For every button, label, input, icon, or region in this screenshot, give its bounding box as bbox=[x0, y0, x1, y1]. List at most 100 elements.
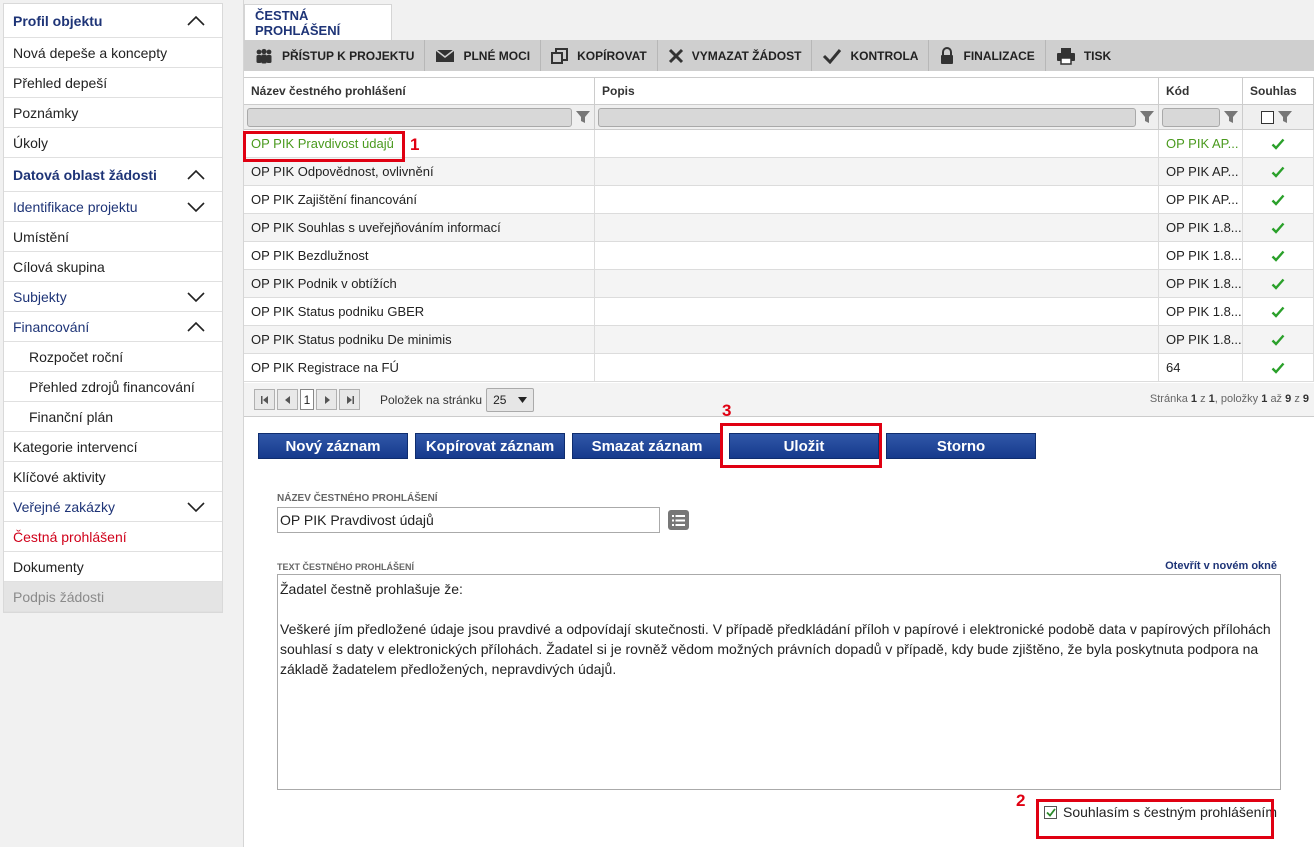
grid-body: OP PIK Pravdivost údajů OP PIK AP... OP PI… bbox=[244, 130, 1314, 382]
toolbar-plne-moci-button[interactable]: PLNÉ MOCI bbox=[425, 40, 542, 71]
sidebar-item-klicove-aktivity[interactable]: Klíčové aktivity bbox=[4, 462, 222, 492]
sidebar-item-verejne-zakazky[interactable]: Veřejné zakázky bbox=[4, 492, 222, 522]
code-cell: OP PIK 1.8... bbox=[1159, 298, 1243, 325]
envelope-icon bbox=[435, 48, 455, 63]
column-header-description[interactable]: Popis bbox=[595, 78, 1159, 104]
description-cell bbox=[595, 214, 1159, 241]
last-page-button[interactable] bbox=[339, 389, 360, 410]
sidebar-item-label: Podpis žádosti bbox=[13, 588, 105, 605]
cancel-button[interactable]: Storno bbox=[886, 433, 1036, 459]
code-cell: OP PIK 1.8... bbox=[1159, 326, 1243, 353]
consent-cell bbox=[1243, 242, 1314, 269]
chevron-up-icon[interactable] bbox=[186, 321, 206, 333]
table-row[interactable]: OP PIK Zajištění financování OP PIK AP... bbox=[244, 186, 1314, 214]
toolbar-label: FINALIZACE bbox=[963, 48, 1035, 63]
filter-consent-checkbox[interactable] bbox=[1261, 110, 1274, 124]
description-cell bbox=[595, 158, 1159, 185]
description-cell bbox=[595, 354, 1159, 381]
tab-cestna-prohlaseni[interactable]: ČESTNÁ PROHLÁŠENÍ bbox=[244, 4, 392, 41]
chevron-up-icon[interactable] bbox=[186, 15, 206, 27]
sidebar-item-financovani[interactable]: Financování bbox=[4, 312, 222, 342]
grid-header: Název čestného prohlášení Popis Kód Souh… bbox=[244, 77, 1314, 105]
copy-record-button[interactable]: Kopírovat záznam bbox=[415, 433, 565, 459]
sidebar-item-prehled-zdroju[interactable]: Přehled zdrojů financování bbox=[4, 372, 222, 402]
name-cell: OP PIK Status podniku GBER bbox=[244, 298, 595, 325]
column-header-name[interactable]: Název čestného prohlášení bbox=[244, 78, 595, 104]
toolbar-kontrola-button[interactable]: KONTROLA bbox=[812, 40, 930, 71]
sidebar-item-kategorie-intervenci[interactable]: Kategorie intervencí bbox=[4, 432, 222, 462]
declaration-text-area[interactable]: Žadatel čestně prohlašuje že: Veškeré jí… bbox=[277, 574, 1281, 790]
sidebar-item-umisteni[interactable]: Umístění bbox=[4, 222, 222, 252]
sidebar-item-poznamky[interactable]: Poznámky bbox=[4, 98, 222, 128]
consent-cell bbox=[1243, 158, 1314, 185]
filter-icon[interactable] bbox=[1223, 109, 1239, 125]
column-header-code[interactable]: Kód bbox=[1159, 78, 1243, 104]
sidebar-item-label: Datová oblast žádosti bbox=[13, 166, 157, 183]
code-cell: OP PIK 1.8... bbox=[1159, 214, 1243, 241]
sidebar-item-label: Umístění bbox=[13, 228, 70, 245]
sidebar-item-label: Kategorie intervencí bbox=[13, 438, 138, 455]
column-header-consent[interactable]: Souhlas bbox=[1243, 78, 1314, 104]
sidebar-item-identifikace-projektu[interactable]: Identifikace projektu bbox=[4, 192, 222, 222]
copy-icon bbox=[551, 47, 569, 64]
declarations-grid: Název čestného prohlášení Popis Kód Souh… bbox=[244, 77, 1314, 382]
sidebar-item-nova-depese[interactable]: Nová depeše a koncepty bbox=[4, 38, 222, 68]
table-row[interactable]: OP PIK Odpovědnost, ovlivnění OP PIK AP..… bbox=[244, 158, 1314, 186]
consent-cell bbox=[1243, 270, 1314, 297]
declaration-name-field[interactable]: OP PIK Pravdivost údajů bbox=[277, 507, 660, 533]
chevron-down-icon[interactable] bbox=[186, 201, 206, 213]
new-record-button[interactable]: Nový záznam bbox=[258, 433, 408, 459]
filter-icon[interactable] bbox=[1277, 109, 1293, 125]
toolbar-pristup-button[interactable]: PŘÍSTUP K PROJEKTU bbox=[244, 40, 426, 71]
pager: 1 Položek na stránku 25 Stránka 1 z 1, p… bbox=[244, 383, 1314, 417]
sidebar-item-prehled-depesi[interactable]: Přehled depeší bbox=[4, 68, 222, 98]
per-page-select[interactable]: 25 bbox=[486, 387, 535, 412]
sidebar-item-subjekty[interactable]: Subjekty bbox=[4, 282, 222, 312]
chevron-down-icon[interactable] bbox=[186, 501, 206, 513]
table-row[interactable]: OP PIK Status podniku De minimis OP PIK 1… bbox=[244, 326, 1314, 354]
first-page-button[interactable] bbox=[254, 389, 275, 410]
toolbar-vymazat-button[interactable]: VYMAZAT ŽÁDOST bbox=[658, 40, 813, 71]
filter-name-input[interactable] bbox=[247, 107, 572, 127]
toolbar-kopirovat-button[interactable]: KOPÍROVAT bbox=[541, 40, 658, 71]
filter-code-input[interactable] bbox=[1162, 107, 1220, 127]
sidebar-item-cilova-skupina[interactable]: Cílová skupina bbox=[4, 252, 222, 282]
next-page-button[interactable] bbox=[316, 389, 337, 410]
declaration-text-paragraph: Žadatel čestně prohlašuje že: bbox=[280, 581, 463, 597]
chevron-down-icon[interactable] bbox=[186, 291, 206, 303]
table-row[interactable]: OP PIK Podnik v obtížích OP PIK 1.8... bbox=[244, 270, 1314, 298]
checkmark-icon bbox=[1271, 166, 1285, 178]
prev-page-button[interactable] bbox=[277, 389, 298, 410]
checkmark-icon bbox=[1271, 362, 1285, 374]
table-row[interactable]: OP PIK Status podniku GBER OP PIK 1.8... bbox=[244, 298, 1314, 326]
sidebar-item-profil-objektu[interactable]: Profil objektu bbox=[4, 4, 222, 38]
filter-description-input[interactable] bbox=[598, 107, 1136, 127]
code-cell: OP PIK AP... bbox=[1159, 158, 1243, 185]
sidebar-item-financni-plan[interactable]: Finanční plán bbox=[4, 402, 222, 432]
filter-icon[interactable] bbox=[1139, 109, 1155, 125]
declaration-text-paragraph: Veškeré jím předložené údaje jsou pravdi… bbox=[280, 621, 1271, 677]
sidebar-item-label: Přehled depeší bbox=[13, 74, 108, 91]
table-row[interactable]: OP PIK Registrace na FÚ 64 bbox=[244, 354, 1314, 382]
sidebar-item-cestna-prohlaseni[interactable]: Čestná prohlášení bbox=[4, 522, 222, 552]
sidebar-item-datova-oblast[interactable]: Datová oblast žádosti bbox=[4, 158, 222, 192]
sidebar-item-rozpocet-rocni[interactable]: Rozpočet roční bbox=[4, 342, 222, 372]
toolbar-finalizace-button[interactable]: FINALIZACE bbox=[929, 40, 1046, 71]
people-icon bbox=[254, 48, 274, 64]
filter-icon[interactable] bbox=[575, 109, 591, 125]
name-cell: OP PIK Podnik v obtížích bbox=[244, 270, 595, 297]
open-new-window-link[interactable]: Otevřít v novém okně bbox=[1165, 560, 1277, 572]
current-page-input[interactable]: 1 bbox=[300, 389, 314, 410]
table-row[interactable]: OP PIK Bezdlužnost OP PIK 1.8... bbox=[244, 242, 1314, 270]
sidebar-item-ukoly[interactable]: Úkoly bbox=[4, 128, 222, 158]
toolbar-tisk-button[interactable]: TISK bbox=[1046, 40, 1121, 71]
sidebar-item-dokumenty[interactable]: Dokumenty bbox=[4, 552, 222, 582]
chevron-up-icon[interactable] bbox=[186, 169, 206, 181]
toolbar-label: KONTROLA bbox=[850, 48, 919, 63]
lock-icon bbox=[939, 46, 955, 65]
delete-record-button[interactable]: Smazat záznam bbox=[572, 433, 722, 459]
sidebar-item-label: Dokumenty bbox=[13, 558, 84, 575]
list-icon[interactable] bbox=[668, 510, 689, 530]
per-page-value: 25 bbox=[493, 392, 507, 407]
table-row[interactable]: OP PIK Souhlas s uveřejňováním informací… bbox=[244, 214, 1314, 242]
